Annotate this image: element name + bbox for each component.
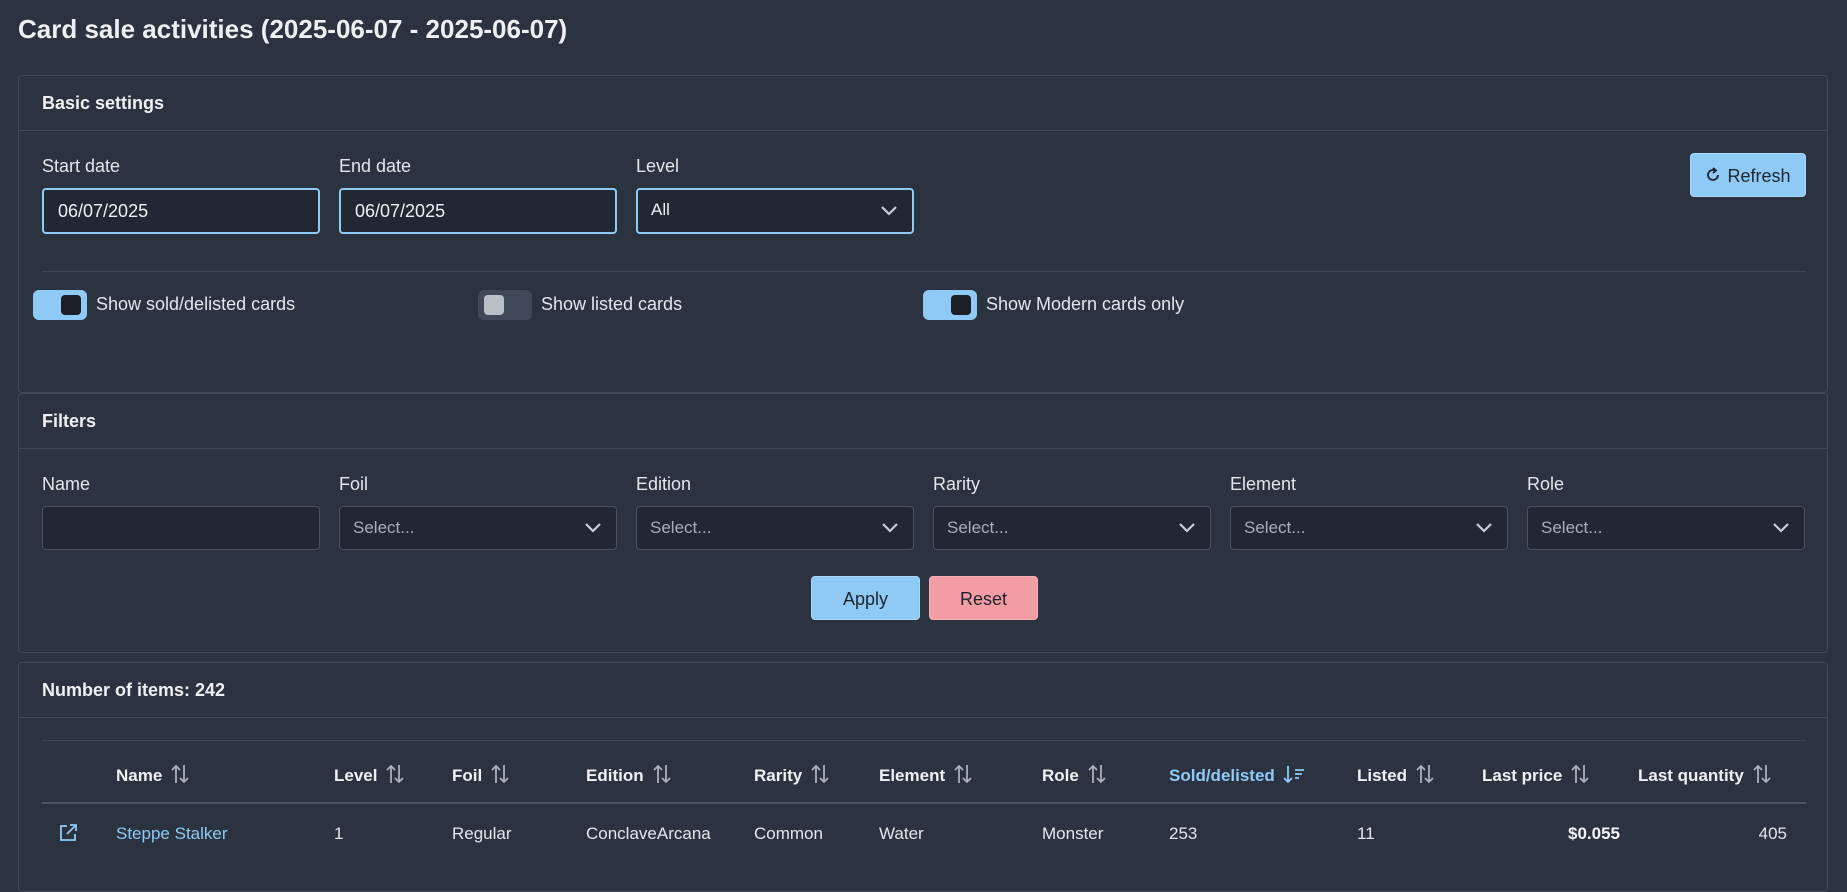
sort-icon — [953, 763, 973, 790]
level-select[interactable]: All — [636, 188, 914, 234]
role-filter-select[interactable]: Select... — [1527, 506, 1805, 550]
external-link-icon[interactable] — [58, 823, 78, 848]
start-date-input[interactable]: 06/07/2025 — [42, 188, 320, 234]
chevron-down-icon — [1475, 507, 1493, 534]
sort-descending-icon — [1283, 763, 1305, 790]
toggle-modern-only-label: Show Modern cards only — [986, 294, 1185, 314]
row-role: Monster — [1042, 824, 1104, 843]
row-element: Water — [879, 824, 924, 843]
element-filter-label: Element — [1230, 474, 1297, 494]
sort-icon — [170, 763, 190, 790]
row-listed: 11 — [1357, 824, 1375, 843]
sort-icon — [1087, 763, 1107, 790]
foil-filter-placeholder: Select... — [353, 518, 415, 537]
column-header-foil[interactable]: Foil — [452, 763, 510, 790]
name-filter-label: Name — [42, 474, 91, 494]
element-filter-placeholder: Select... — [1244, 518, 1306, 537]
end-date-input[interactable]: 06/07/2025 — [339, 188, 617, 234]
settings-divider — [42, 271, 1806, 272]
page-title: Card sale activities (2025-06-07 - 2025-… — [18, 14, 568, 44]
table-top-border — [42, 740, 1806, 741]
row-last-price: $0.055 — [1568, 824, 1620, 843]
edition-filter-label: Edition — [636, 474, 692, 494]
level-select-value: All — [651, 200, 670, 219]
column-header-edition[interactable]: Edition — [586, 763, 672, 790]
row-sold-delisted: 253 — [1169, 824, 1198, 843]
role-filter-label: Role — [1527, 474, 1565, 494]
refresh-label: Refresh — [1727, 166, 1791, 186]
chevron-down-icon — [584, 507, 602, 534]
toggle-listed[interactable] — [478, 290, 532, 320]
row-name-link[interactable]: Steppe Stalker — [116, 824, 228, 844]
chevron-down-icon — [881, 507, 899, 534]
column-header-level[interactable]: Level — [334, 763, 405, 790]
start-date-label: Start date — [42, 156, 121, 176]
column-header-rarity[interactable]: Rarity — [754, 763, 830, 790]
refresh-icon — [1705, 155, 1721, 199]
element-filter-select[interactable]: Select... — [1230, 506, 1508, 550]
sort-icon — [1570, 763, 1590, 790]
end-date-label: End date — [339, 156, 412, 176]
sort-icon — [1415, 763, 1435, 790]
role-filter-placeholder: Select... — [1541, 518, 1603, 537]
filters-card: Filters Name Foil Select... Edition Sele… — [18, 393, 1828, 653]
sort-icon — [490, 763, 510, 790]
items-count-header: Number of items: 242 — [19, 663, 1827, 718]
foil-filter-label: Foil — [339, 474, 369, 494]
rarity-filter-select[interactable]: Select... — [933, 506, 1211, 550]
row-edition: ConclaveArcana — [586, 824, 711, 843]
table-header-border — [42, 802, 1806, 804]
chevron-down-icon — [1178, 507, 1196, 534]
row-rarity: Common — [754, 824, 823, 843]
column-header-role[interactable]: Role — [1042, 763, 1107, 790]
column-header-listed[interactable]: Listed — [1357, 763, 1435, 790]
level-label: Level — [636, 156, 680, 176]
chevron-down-icon — [880, 190, 898, 217]
sort-icon — [652, 763, 672, 790]
sort-icon — [810, 763, 830, 790]
results-card: Number of items: 242 Name Level Foil Edi… — [18, 662, 1828, 892]
row-level: 1 — [334, 824, 344, 843]
row-last-quantity: 405 — [1758, 824, 1787, 843]
column-header-name[interactable]: Name — [116, 763, 190, 790]
sort-icon — [385, 763, 405, 790]
reset-button[interactable]: Reset — [929, 576, 1038, 620]
sort-icon — [1752, 763, 1772, 790]
apply-button[interactable]: Apply — [811, 576, 920, 620]
basic-settings-card: Basic settings Start date 06/07/2025 End… — [18, 75, 1828, 393]
toggle-sold-delisted-label: Show sold/delisted cards — [96, 294, 296, 314]
edition-filter-select[interactable]: Select... — [636, 506, 914, 550]
foil-filter-select[interactable]: Select... — [339, 506, 617, 550]
row-foil: Regular — [452, 824, 512, 843]
column-header-last-price[interactable]: Last price — [1482, 763, 1590, 790]
toggle-listed-label: Show listed cards — [541, 294, 683, 314]
column-header-last-quantity[interactable]: Last quantity — [1638, 763, 1772, 790]
name-filter-input[interactable] — [42, 506, 320, 550]
edition-filter-placeholder: Select... — [650, 518, 712, 537]
column-header-element[interactable]: Element — [879, 763, 973, 790]
rarity-filter-label: Rarity — [933, 474, 981, 494]
refresh-button[interactable]: Refresh — [1690, 153, 1806, 197]
toggle-sold-delisted[interactable] — [33, 290, 87, 320]
filters-header: Filters — [19, 394, 1827, 449]
basic-settings-header: Basic settings — [19, 76, 1827, 131]
toggle-modern-only[interactable] — [923, 290, 977, 320]
rarity-filter-placeholder: Select... — [947, 518, 1009, 537]
column-header-sold-delisted[interactable]: Sold/delisted — [1169, 763, 1305, 790]
chevron-down-icon — [1772, 507, 1790, 534]
